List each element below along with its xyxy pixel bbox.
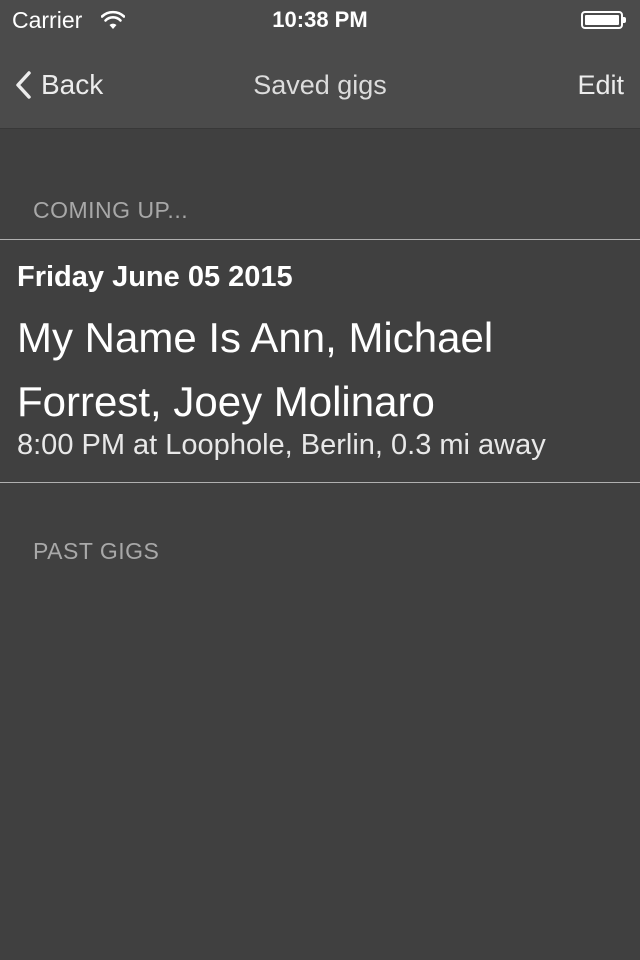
battery-icon [581, 11, 626, 29]
gig-date: Friday June 05 2015 [17, 261, 293, 293]
page-title: Saved gigs [253, 70, 387, 100]
section-header-coming-up: COMING UP... [33, 197, 189, 223]
section-header-past-gigs: PAST GIGS [33, 538, 160, 564]
edit-button[interactable]: Edit [577, 70, 624, 101]
navigation-bar: Back Saved gigs Edit [0, 40, 640, 129]
gig-list-item[interactable]: Friday June 05 2015 My Name Is Ann, Mich… [0, 239, 640, 483]
gig-artists: My Name Is Ann, Michael Forrest, Joey Mo… [17, 314, 494, 425]
clock: 10:38 PM [272, 7, 368, 32]
status-bar: Carrier 10:38 PM [0, 0, 640, 40]
gig-details: 8:00 PM at Loophole, Berlin, 0.3 mi away [17, 429, 546, 461]
